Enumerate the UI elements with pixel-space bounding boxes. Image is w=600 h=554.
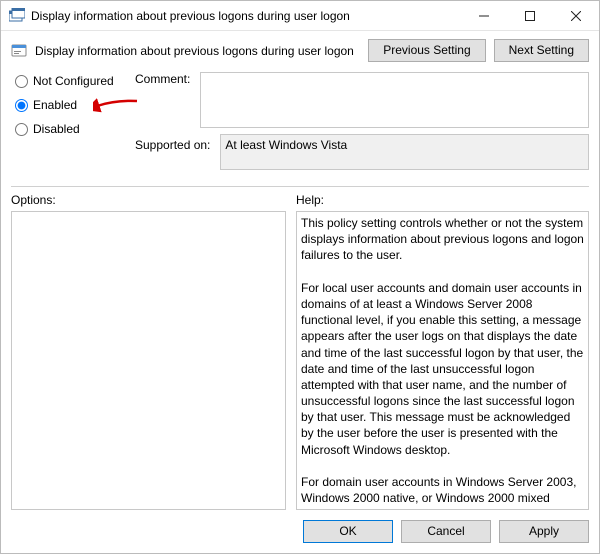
radio-disabled[interactable]: Disabled — [15, 122, 135, 136]
radio-enabled-input[interactable] — [15, 99, 28, 112]
minimize-button[interactable] — [461, 1, 507, 31]
close-icon — [571, 11, 581, 21]
maximize-icon — [525, 11, 535, 21]
close-button[interactable] — [553, 1, 599, 31]
radio-not-configured-label: Not Configured — [33, 74, 114, 88]
ok-button[interactable]: OK — [303, 520, 393, 543]
supported-on-label: Supported on: — [135, 134, 220, 170]
apply-button[interactable]: Apply — [499, 520, 589, 543]
radio-enabled[interactable]: Enabled — [15, 98, 135, 112]
comment-label: Comment: — [135, 72, 200, 128]
previous-setting-button[interactable]: Previous Setting — [368, 39, 485, 62]
radio-disabled-label: Disabled — [33, 122, 80, 136]
radio-disabled-input[interactable] — [15, 123, 28, 136]
radio-enabled-label: Enabled — [33, 98, 77, 112]
options-box[interactable] — [11, 211, 286, 510]
options-label: Options: — [11, 193, 286, 207]
cancel-button[interactable]: Cancel — [401, 520, 491, 543]
comment-textarea[interactable] — [200, 72, 589, 128]
next-setting-button[interactable]: Next Setting — [494, 39, 589, 62]
help-label: Help: — [296, 193, 589, 207]
radio-not-configured[interactable]: Not Configured — [15, 74, 135, 88]
radio-not-configured-input[interactable] — [15, 75, 28, 88]
app-icon — [9, 8, 25, 24]
policy-title: Display information about previous logon… — [35, 44, 360, 58]
panel-labels: Options: Help: — [1, 193, 599, 207]
state-radio-group: Not Configured Enabled Disabled — [15, 72, 135, 136]
minimize-icon — [479, 11, 489, 21]
divider — [11, 186, 589, 187]
policy-header: Display information about previous logon… — [1, 31, 599, 72]
help-box[interactable] — [296, 211, 589, 510]
dialog-footer: OK Cancel Apply — [1, 510, 599, 553]
policy-icon — [11, 43, 27, 59]
supported-on-value — [220, 134, 589, 170]
titlebar: Display information about previous logon… — [1, 1, 599, 31]
panels-area — [1, 207, 599, 510]
config-area: Not Configured Enabled Disabled — [1, 72, 599, 182]
maximize-button[interactable] — [507, 1, 553, 31]
window-title: Display information about previous logon… — [31, 9, 461, 23]
